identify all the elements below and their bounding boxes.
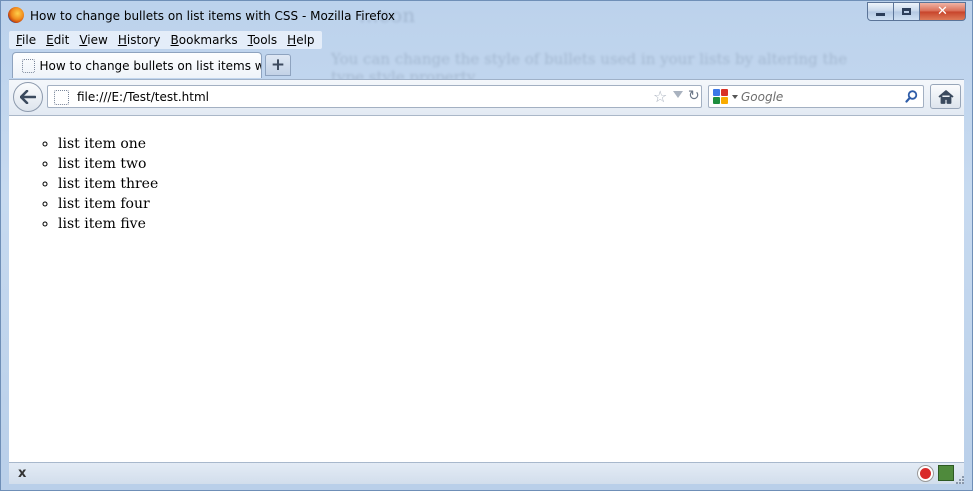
engine-dropdown-icon[interactable] [732,95,738,99]
minimize-icon [876,13,885,16]
restore-icon [902,8,911,15]
menu-edit[interactable]: Edit [41,31,74,49]
menu-file[interactable]: File [11,31,41,49]
url-bar[interactable]: file:///E:/Test/test.html ☆ ↻ [47,85,702,108]
window-controls: ✕ [867,2,966,22]
menu-help[interactable]: Help [282,31,319,49]
list-item: list item one [58,134,158,154]
search-icon[interactable] [905,90,918,103]
bullet-list: list item one list item two list item th… [9,134,158,234]
browser-window: …con You can change the style of bullets… [0,0,973,491]
firebug-addon-icon[interactable] [938,465,954,481]
window-title: How to change bullets on list items with… [30,9,395,23]
search-input[interactable] [741,89,901,104]
back-button[interactable] [13,82,43,112]
url-text[interactable]: file:///E:/Test/test.html [77,90,209,104]
close-button[interactable]: ✕ [920,2,966,21]
minimize-button[interactable] [867,2,894,21]
history-dropdown-icon[interactable] [673,91,683,98]
menu-bookmarks[interactable]: Bookmarks [166,31,243,49]
back-arrow-icon [20,90,36,104]
tab-active[interactable]: How to change bullets on list items with… [12,52,262,78]
close-icon: ✕ [937,4,948,19]
list-item: list item two [58,154,158,174]
plus-icon: + [270,55,286,75]
new-tab-button[interactable]: + [265,54,291,76]
site-identity-icon[interactable] [54,90,69,105]
list-item: list item five [58,214,158,234]
close-addon-bar-icon[interactable]: x [18,466,26,481]
menu-tools[interactable]: Tools [243,31,283,49]
resize-grip-icon[interactable] [956,476,964,484]
home-icon [937,89,954,104]
title-bar[interactable]: How to change bullets on list items with… [1,1,972,29]
maximize-button[interactable] [894,2,920,21]
bookmark-star-icon[interactable]: ☆ [653,87,667,106]
navigation-toolbar: file:///E:/Test/test.html ☆ ↻ [9,79,964,115]
google-engine-icon[interactable] [713,89,728,104]
search-bar[interactable] [708,85,924,108]
record-addon-icon[interactable] [918,466,933,481]
page-favicon-icon [22,58,35,73]
list-item: list item four [58,194,158,214]
menu-bar: File Edit View History Bookmarks Tools H… [9,31,322,49]
tab-label: How to change bullets on list items with… [39,58,261,73]
firefox-logo-icon[interactable] [8,7,24,23]
reload-icon[interactable]: ↻ [688,88,700,104]
menu-view[interactable]: View [74,31,112,49]
add-on-bar: x [9,462,964,484]
menu-history[interactable]: History [113,31,166,49]
page-content: list item one list item two list item th… [9,115,964,462]
tab-bar: How to change bullets on list items with… [9,51,964,79]
home-button[interactable] [930,84,961,109]
list-item: list item three [58,174,158,194]
